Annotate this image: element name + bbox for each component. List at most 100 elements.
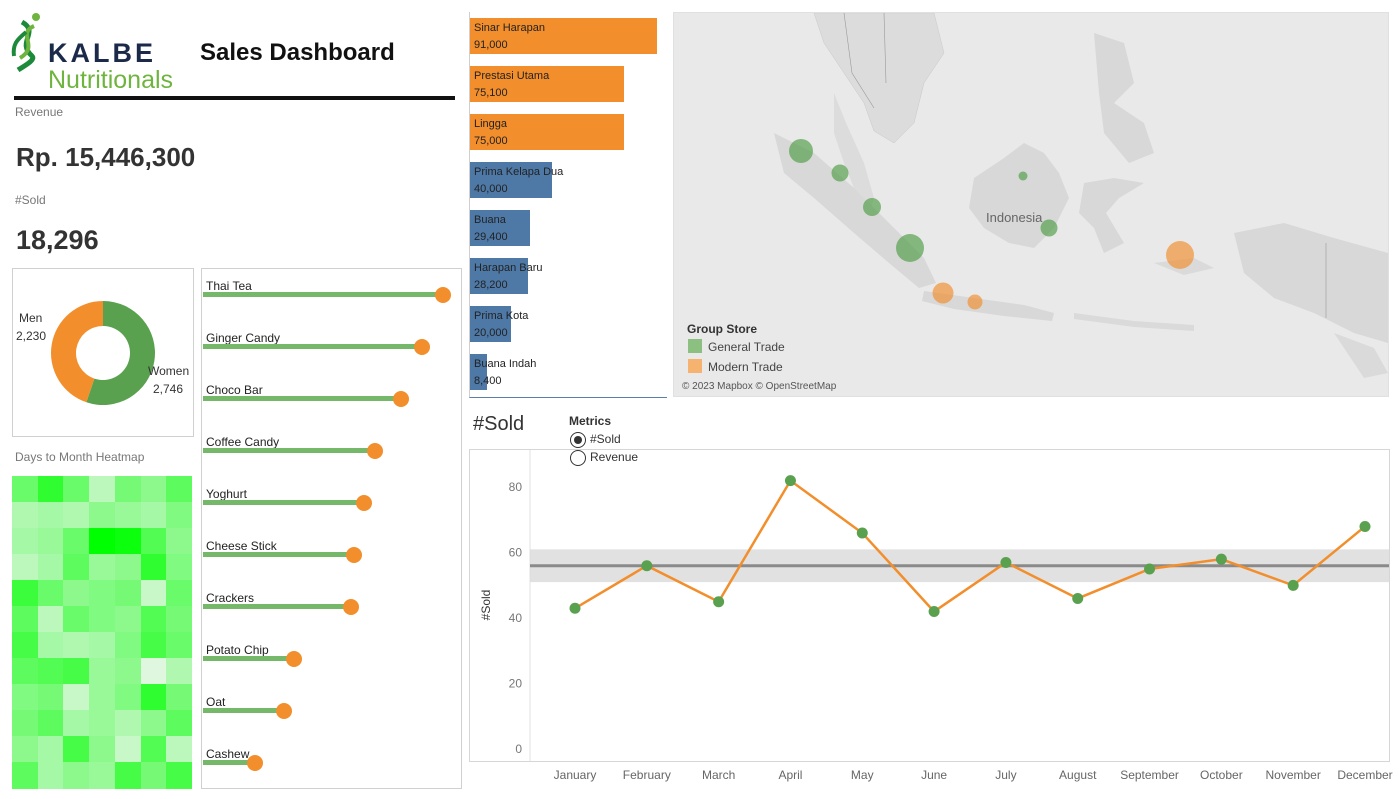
heatmap-cell[interactable] bbox=[37, 476, 64, 503]
sold-point[interactable] bbox=[928, 606, 940, 618]
product-stem[interactable] bbox=[203, 344, 422, 349]
heatmap-cell[interactable] bbox=[114, 554, 142, 581]
heatmap-cell[interactable] bbox=[63, 476, 90, 503]
product-dot[interactable] bbox=[343, 599, 360, 615]
heatmap-cell[interactable] bbox=[140, 736, 167, 763]
heatmap-cell[interactable] bbox=[114, 684, 142, 711]
product-dot[interactable] bbox=[286, 651, 303, 667]
heatmap-cell[interactable] bbox=[140, 502, 167, 529]
heatmap-cell[interactable] bbox=[140, 554, 167, 581]
heatmap-cell[interactable] bbox=[114, 658, 142, 685]
heatmap-cell[interactable] bbox=[37, 632, 64, 659]
heatmap-cell[interactable] bbox=[114, 476, 142, 503]
heatmap-cell[interactable] bbox=[140, 476, 167, 503]
map-bubble[interactable] bbox=[967, 294, 983, 310]
heatmap-cell[interactable] bbox=[114, 502, 142, 529]
heatmap-cell[interactable] bbox=[12, 710, 39, 737]
heatmap-cell[interactable] bbox=[166, 554, 193, 581]
radio-sold[interactable] bbox=[570, 432, 586, 448]
heatmap-cell[interactable] bbox=[114, 710, 142, 737]
heatmap-cell[interactable] bbox=[12, 476, 39, 503]
product-dot[interactable] bbox=[413, 339, 430, 355]
heatmap-cell[interactable] bbox=[140, 580, 167, 607]
map-bubble[interactable] bbox=[789, 139, 813, 163]
heatmap-cell[interactable] bbox=[63, 710, 90, 737]
map-bubble[interactable] bbox=[831, 164, 849, 182]
sold-point[interactable] bbox=[641, 560, 653, 572]
sold-point[interactable] bbox=[1144, 563, 1156, 575]
heatmap-cell[interactable] bbox=[140, 684, 167, 711]
sold-point[interactable] bbox=[1072, 592, 1084, 604]
heatmap-cell[interactable] bbox=[140, 710, 167, 737]
legend-label-modern[interactable]: Modern Trade bbox=[708, 360, 783, 374]
heatmap-cell[interactable] bbox=[89, 606, 116, 633]
heatmap-cell[interactable] bbox=[12, 502, 39, 529]
heatmap-cell[interactable] bbox=[37, 554, 64, 581]
product-stem[interactable] bbox=[203, 656, 295, 661]
map-bubble[interactable] bbox=[932, 282, 954, 304]
map-bubble[interactable] bbox=[1166, 241, 1194, 269]
heatmap-cell[interactable] bbox=[114, 528, 142, 555]
sold-point[interactable] bbox=[784, 475, 796, 487]
heatmap-cell[interactable] bbox=[166, 684, 193, 711]
product-dot[interactable] bbox=[356, 495, 373, 511]
legend-label-general[interactable]: General Trade bbox=[708, 340, 785, 354]
sold-point[interactable] bbox=[1359, 520, 1371, 532]
heatmap-cell[interactable] bbox=[12, 528, 39, 555]
heatmap-cell[interactable] bbox=[37, 658, 64, 685]
product-stem[interactable] bbox=[203, 448, 375, 453]
heatmap-cell[interactable] bbox=[63, 554, 90, 581]
heatmap-cell[interactable] bbox=[89, 710, 116, 737]
product-dot[interactable] bbox=[346, 547, 363, 563]
heatmap-cell[interactable] bbox=[140, 658, 167, 685]
heatmap-cell[interactable] bbox=[166, 736, 193, 763]
product-stem[interactable] bbox=[203, 396, 401, 401]
heatmap-cell[interactable] bbox=[63, 658, 90, 685]
heatmap-cell[interactable] bbox=[166, 606, 193, 633]
heatmap-cell[interactable] bbox=[12, 684, 39, 711]
product-stem[interactable] bbox=[203, 500, 365, 505]
product-dot[interactable] bbox=[275, 703, 292, 719]
product-dot[interactable] bbox=[434, 287, 451, 303]
heatmap-cell[interactable] bbox=[37, 606, 64, 633]
heatmap-cell[interactable] bbox=[63, 606, 90, 633]
map-bubble[interactable] bbox=[863, 198, 881, 216]
heatmap-cell[interactable] bbox=[89, 528, 116, 555]
heatmap-cell[interactable] bbox=[140, 632, 167, 659]
sold-point[interactable] bbox=[1215, 553, 1227, 565]
heatmap-cell[interactable] bbox=[166, 528, 193, 555]
heatmap-cell[interactable] bbox=[89, 580, 116, 607]
sold-point[interactable] bbox=[856, 527, 868, 539]
heatmap-cell[interactable] bbox=[114, 580, 142, 607]
heatmap-cell[interactable] bbox=[140, 606, 167, 633]
heatmap-cell[interactable] bbox=[63, 528, 90, 555]
product-dot[interactable] bbox=[247, 755, 264, 771]
heatmap-cell[interactable] bbox=[63, 736, 90, 763]
heatmap-cell[interactable] bbox=[37, 580, 64, 607]
heatmap-cell[interactable] bbox=[166, 658, 193, 685]
product-stem[interactable] bbox=[203, 708, 284, 713]
heatmap-cell[interactable] bbox=[166, 476, 193, 503]
heatmap-cell[interactable] bbox=[37, 762, 64, 789]
heatmap-cell[interactable] bbox=[89, 632, 116, 659]
heatmap-cell[interactable] bbox=[166, 762, 193, 789]
heatmap-cell[interactable] bbox=[166, 502, 193, 529]
heatmap-cell[interactable] bbox=[37, 736, 64, 763]
heatmap-cell[interactable] bbox=[63, 580, 90, 607]
product-stem[interactable] bbox=[203, 292, 443, 297]
days-month-heatmap[interactable] bbox=[12, 476, 193, 789]
heatmap-cell[interactable] bbox=[89, 476, 116, 503]
product-stem[interactable] bbox=[203, 552, 355, 557]
heatmap-cell[interactable] bbox=[114, 632, 142, 659]
heatmap-cell[interactable] bbox=[37, 684, 64, 711]
sold-point[interactable] bbox=[1287, 579, 1299, 591]
product-dot[interactable] bbox=[366, 443, 383, 459]
sold-series-line[interactable] bbox=[574, 478, 1366, 614]
heatmap-cell[interactable] bbox=[140, 762, 167, 789]
heatmap-cell[interactable] bbox=[12, 554, 39, 581]
heatmap-cell[interactable] bbox=[37, 502, 64, 529]
heatmap-cell[interactable] bbox=[166, 580, 193, 607]
heatmap-cell[interactable] bbox=[114, 736, 142, 763]
heatmap-cell[interactable] bbox=[166, 632, 193, 659]
heatmap-cell[interactable] bbox=[114, 762, 142, 789]
